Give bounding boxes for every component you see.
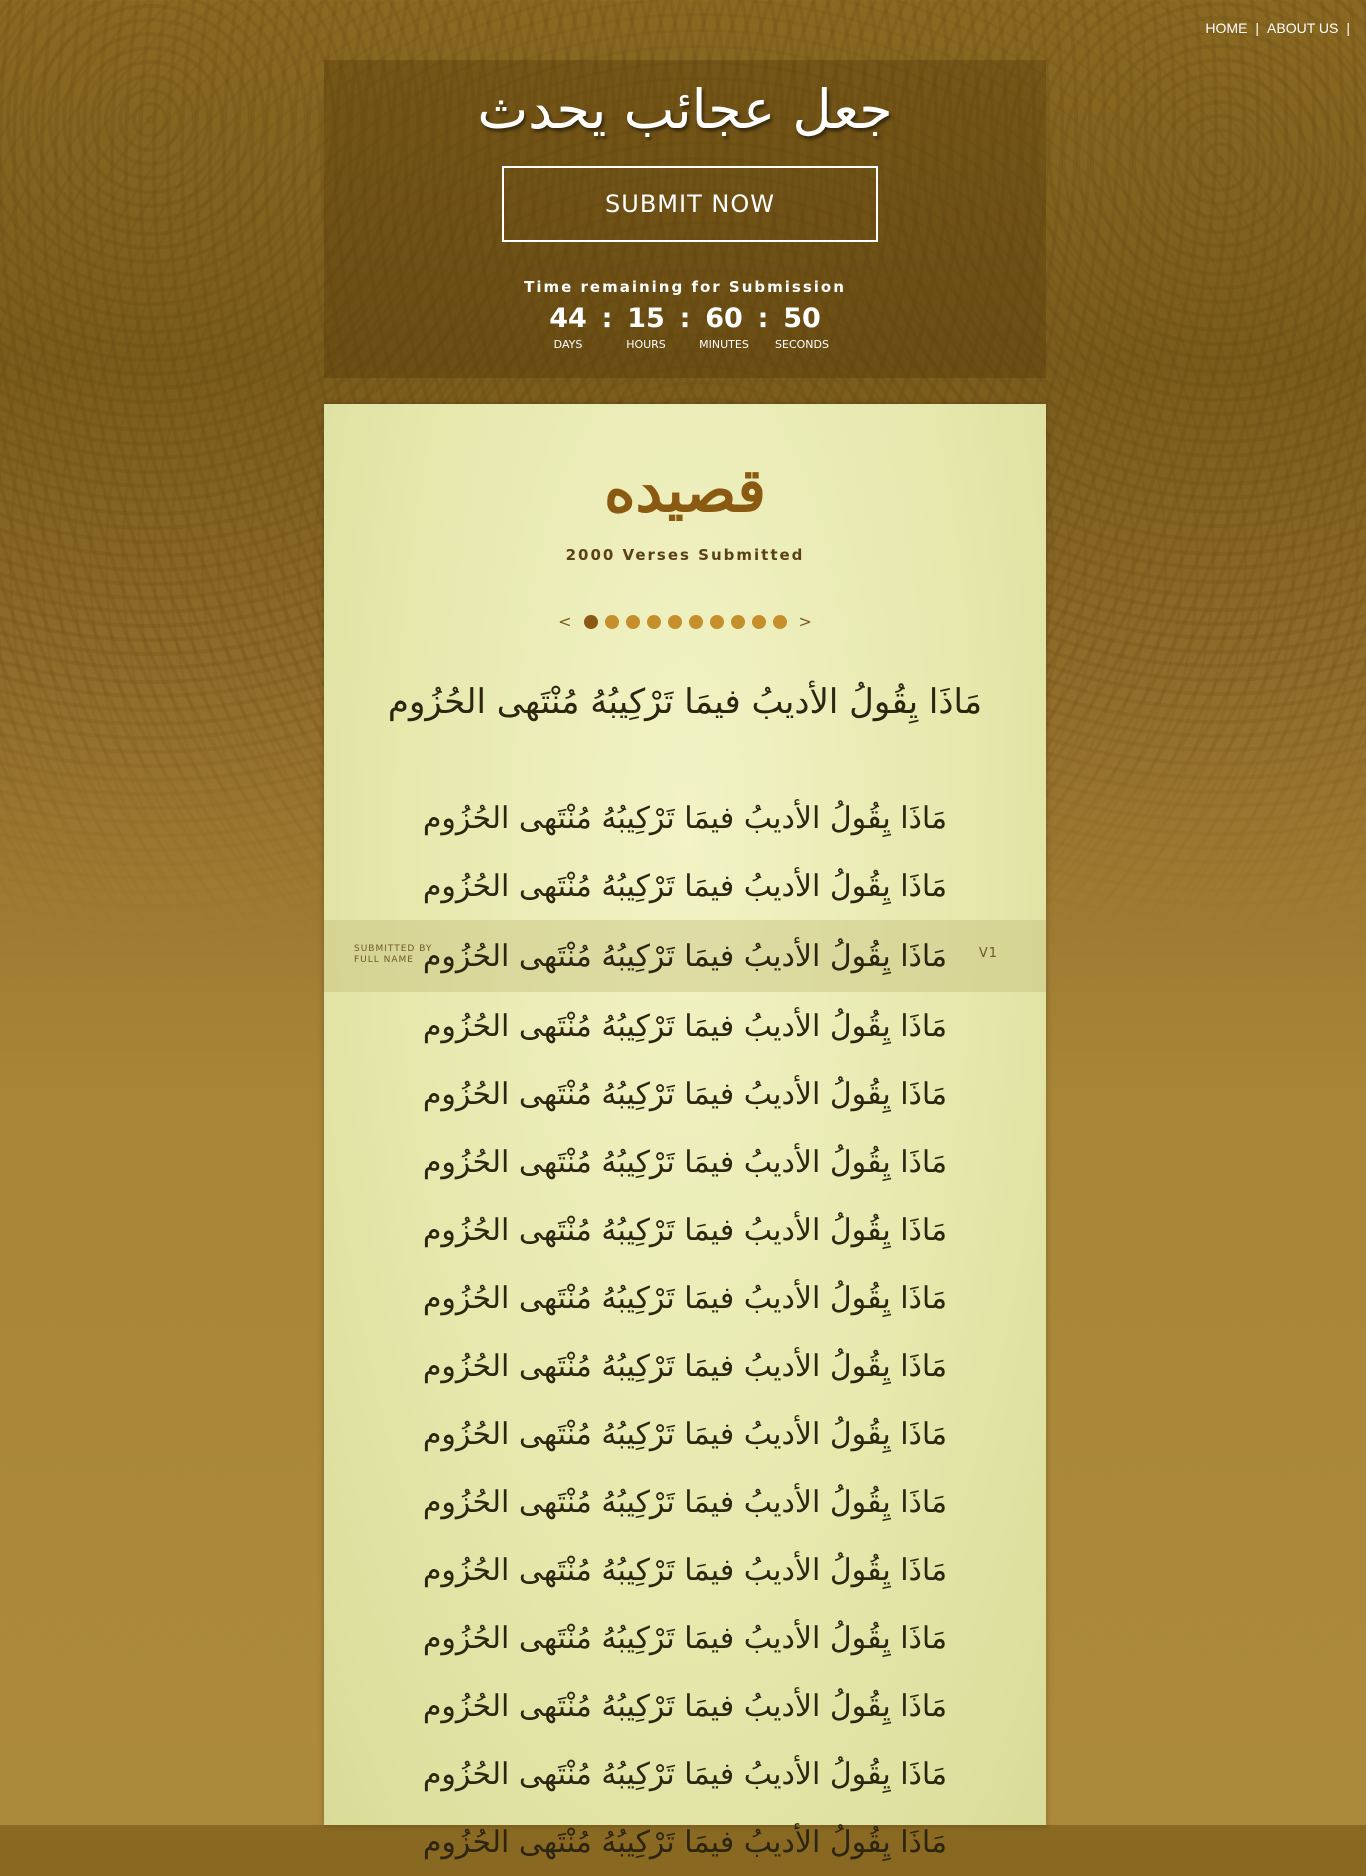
submitted-by-line2: FULL NAME bbox=[354, 955, 414, 965]
nav-separator: | bbox=[1346, 20, 1350, 36]
verse-row[interactable]: مَاذَا يِقُولُ الأديبُ فيمَا تَرْكِيبُهُ… bbox=[324, 1264, 1046, 1332]
countdown-hours-label: HOURS bbox=[626, 338, 666, 351]
verse-text: مَاذَا يِقُولُ الأديبُ فيمَا تَرْكِيبُهُ… bbox=[422, 1008, 948, 1044]
verse-text: مَاذَا يِقُولُ الأديبُ فيمَا تَرْكِيبُهُ… bbox=[422, 1076, 948, 1112]
verse-text: مَاذَا يِقُولُ الأديبُ فيمَا تَرْكِيبُهُ… bbox=[422, 868, 948, 904]
verse-row-highlighted[interactable]: SUBMITTED BY FULL NAME مَاذَا يِقُولُ ال… bbox=[324, 920, 1046, 992]
verse-text: مَاذَا يِقُولُ الأديبُ فيمَا تَرْكِيبُهُ… bbox=[422, 1212, 948, 1248]
countdown-days-value: 44 bbox=[549, 303, 587, 334]
countdown-seconds: 50 SECONDS bbox=[769, 302, 835, 351]
pager-dot[interactable] bbox=[604, 614, 619, 629]
countdown-hours: 15 HOURS bbox=[613, 302, 679, 351]
verse-row[interactable]: مَاذَا يِقُولُ الأديبُ فيمَا تَرْكِيبُهُ… bbox=[324, 1060, 1046, 1128]
submitted-by-line1: SUBMITTED BY bbox=[354, 944, 433, 954]
pager-dot[interactable] bbox=[646, 614, 661, 629]
verse-text: مَاذَا يِقُولُ الأديبُ فيمَا تَرْكِيبُهُ… bbox=[422, 1620, 948, 1656]
verse-tag: V1 bbox=[978, 946, 998, 961]
verse-text: مَاذَا يِقُولُ الأديبُ فيمَا تَرْكِيبُهُ… bbox=[422, 800, 948, 836]
countdown-minutes-value: 60 bbox=[705, 303, 743, 334]
countdown-separator: : bbox=[679, 303, 691, 334]
verse-row[interactable]: مَاذَا يِقُولُ الأديبُ فيمَا تَرْكِيبُهُ… bbox=[324, 1196, 1046, 1264]
verse-text: مَاذَا يِقُولُ الأديبُ فيمَا تَرْكِيبُهُ… bbox=[422, 1416, 948, 1452]
hero-panel: جعل عجائب يحدث SUBMIT NOW Time remaining… bbox=[324, 60, 1046, 378]
verse-row[interactable]: مَاذَا يِقُولُ الأديبُ فيمَا تَرْكِيبُهُ… bbox=[324, 1604, 1046, 1672]
featured-verse: مَاذَا يِقُولُ الأديبُ فيمَا تَرْكِيبُهُ… bbox=[387, 682, 983, 722]
countdown-days: 44 DAYS bbox=[535, 302, 601, 351]
verse-row[interactable]: مَاذَا يِقُولُ الأديبُ فيمَا تَرْكِيبُهُ… bbox=[324, 1536, 1046, 1604]
countdown-caption: Time remaining for Submission bbox=[524, 278, 846, 296]
verse-text: مَاذَا يِقُولُ الأديبُ فيمَا تَرْكِيبُهُ… bbox=[422, 938, 948, 974]
countdown-seconds-label: SECONDS bbox=[775, 338, 829, 351]
countdown-separator: : bbox=[601, 303, 613, 334]
pager-dot[interactable] bbox=[625, 614, 640, 629]
countdown-separator: : bbox=[757, 303, 769, 334]
countdown-seconds-value: 50 bbox=[783, 303, 821, 334]
top-navigation: HOME | ABOUT US | bbox=[1205, 20, 1350, 36]
verse-row[interactable]: مَاذَا يِقُولُ الأديبُ فيمَا تَرْكِيبُهُ… bbox=[324, 1468, 1046, 1536]
verse-row[interactable]: مَاذَا يِقُولُ الأديبُ فيمَا تَرْكِيبُهُ… bbox=[324, 1332, 1046, 1400]
verse-row[interactable]: مَاذَا يِقُولُ الأديبُ فيمَا تَرْكِيبُهُ… bbox=[324, 1808, 1046, 1876]
submitted-by-label: SUBMITTED BY FULL NAME bbox=[354, 944, 432, 966]
pager-dot[interactable] bbox=[667, 614, 682, 629]
qasida-card: قصيده 2000 Verses Submitted < > مَاذَا ي… bbox=[324, 404, 1046, 1860]
pager-dot[interactable] bbox=[583, 614, 598, 629]
qasida-title: قصيده bbox=[604, 456, 766, 526]
pager-dots bbox=[583, 614, 787, 629]
countdown-minutes: 60 MINUTES bbox=[691, 302, 757, 351]
verse-row[interactable]: مَاذَا يِقُولُ الأديبُ فيمَا تَرْكِيبُهُ… bbox=[324, 992, 1046, 1060]
verse-row[interactable]: مَاذَا يِقُولُ الأديبُ فيمَا تَرْكِيبُهُ… bbox=[324, 1672, 1046, 1740]
pager-prev-arrow[interactable]: < bbox=[552, 612, 577, 631]
countdown-timer: 44 DAYS : 15 HOURS : 60 MINUTES : 50 SEC… bbox=[324, 302, 1046, 351]
nav-about-us-link[interactable]: ABOUT US bbox=[1267, 20, 1338, 36]
verse-text: مَاذَا يِقُولُ الأديبُ فيمَا تَرْكِيبُهُ… bbox=[422, 1552, 948, 1588]
pager-dot[interactable] bbox=[772, 614, 787, 629]
verse-text: مَاذَا يِقُولُ الأديبُ فيمَا تَرْكِيبُهُ… bbox=[422, 1688, 948, 1724]
nav-separator: | bbox=[1255, 20, 1260, 36]
submit-now-button[interactable]: SUBMIT NOW bbox=[502, 166, 878, 242]
verse-text: مَاذَا يِقُولُ الأديبُ فيمَا تَرْكِيبُهُ… bbox=[422, 1824, 948, 1860]
countdown-days-label: DAYS bbox=[553, 338, 583, 351]
verse-text: مَاذَا يِقُولُ الأديبُ فيمَا تَرْكِيبُهُ… bbox=[422, 1484, 948, 1520]
pager-dot[interactable] bbox=[709, 614, 724, 629]
nav-home-link[interactable]: HOME bbox=[1205, 20, 1247, 36]
pager-next-arrow[interactable]: > bbox=[793, 612, 818, 631]
verse-text: مَاذَا يِقُولُ الأديبُ فيمَا تَرْكِيبُهُ… bbox=[422, 1280, 948, 1316]
verse-pager: < > bbox=[324, 612, 1046, 631]
verse-text: مَاذَا يِقُولُ الأديبُ فيمَا تَرْكِيبُهُ… bbox=[422, 1756, 948, 1792]
verse-text: مَاذَا يِقُولُ الأديبُ فيمَا تَرْكِيبُهُ… bbox=[422, 1348, 948, 1384]
verse-row[interactable]: مَاذَا يِقُولُ الأديبُ فيمَا تَرْكِيبُهُ… bbox=[324, 852, 1046, 920]
hero-title: جعل عجائب يحدث bbox=[477, 78, 893, 141]
verse-list: مَاذَا يِقُولُ الأديبُ فيمَا تَرْكِيبُهُ… bbox=[324, 784, 1046, 1876]
verse-row[interactable]: مَاذَا يِقُولُ الأديبُ فيمَا تَرْكِيبُهُ… bbox=[324, 1128, 1046, 1196]
verse-row[interactable]: مَاذَا يِقُولُ الأديبُ فيمَا تَرْكِيبُهُ… bbox=[324, 1740, 1046, 1808]
verses-count: 2000 Verses Submitted bbox=[565, 546, 805, 564]
countdown-hours-value: 15 bbox=[627, 303, 665, 334]
verse-row[interactable]: مَاذَا يِقُولُ الأديبُ فيمَا تَرْكِيبُهُ… bbox=[324, 1400, 1046, 1468]
pager-dot[interactable] bbox=[730, 614, 745, 629]
pager-dot[interactable] bbox=[751, 614, 766, 629]
verse-text: مَاذَا يِقُولُ الأديبُ فيمَا تَرْكِيبُهُ… bbox=[422, 1144, 948, 1180]
verse-row[interactable]: مَاذَا يِقُولُ الأديبُ فيمَا تَرْكِيبُهُ… bbox=[324, 784, 1046, 852]
pager-dot[interactable] bbox=[688, 614, 703, 629]
countdown-minutes-label: MINUTES bbox=[699, 338, 749, 351]
